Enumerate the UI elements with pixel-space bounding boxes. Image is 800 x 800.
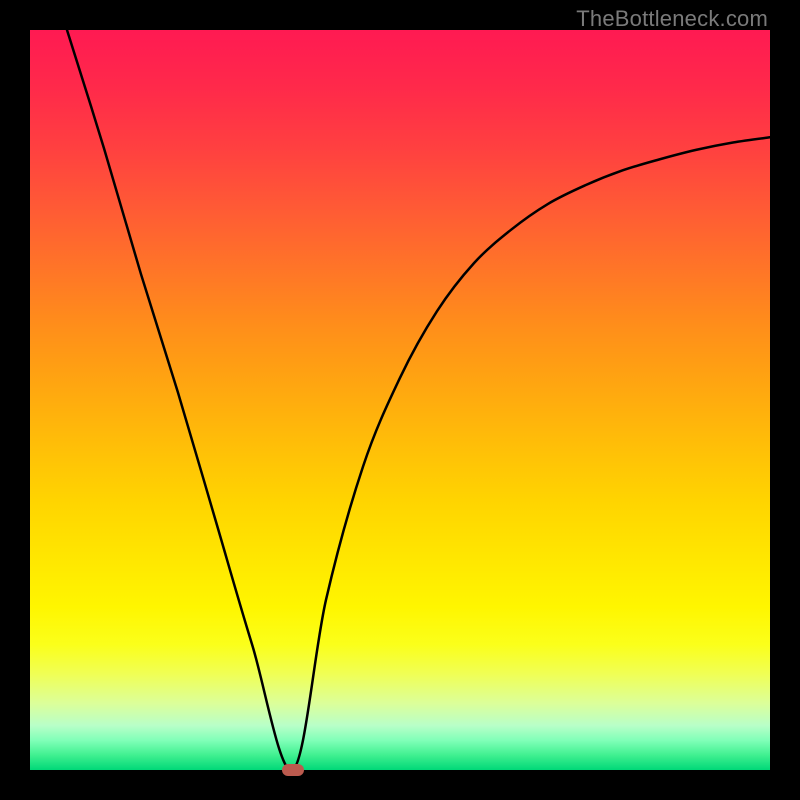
watermark-text: TheBottleneck.com [576,6,768,32]
optimal-point-marker [282,764,304,776]
chart-frame: TheBottleneck.com [0,0,800,800]
bottleneck-curve [30,30,770,770]
